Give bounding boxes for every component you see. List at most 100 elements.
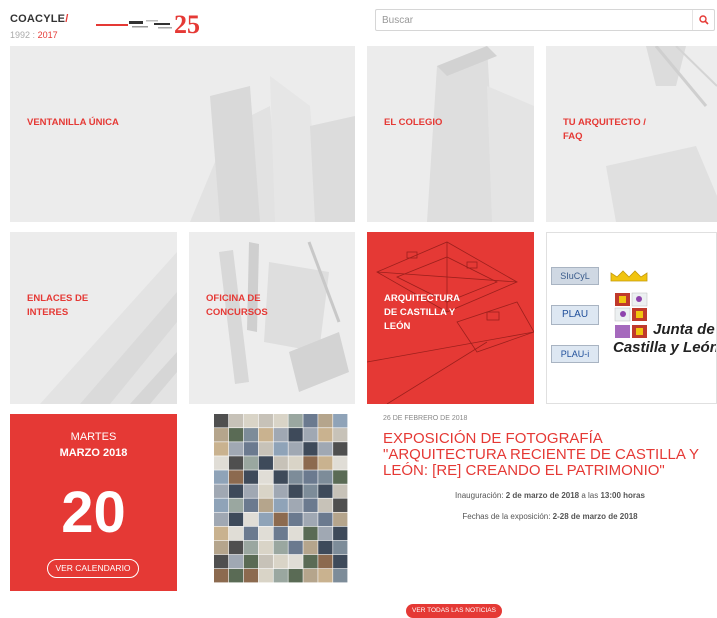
tile-label: ENLACES DE INTERES	[27, 292, 167, 320]
mosaic-photo-tile	[273, 568, 288, 583]
mosaic-photo-tile	[303, 456, 318, 470]
tile-arquitectura-castilla-leon[interactable]: ARQUITECTURA DE CASTILLA Y LEÓN	[367, 232, 534, 404]
calendar-month-year: MARZO 2018	[59, 447, 128, 459]
mosaic-photo-tile	[228, 568, 244, 583]
mosaic-photo-tile	[333, 554, 348, 569]
mosaic-photo-tile	[318, 414, 333, 428]
tile-background-image	[10, 46, 355, 222]
mosaic-photo-tile	[258, 554, 273, 569]
tile-label-line: TU ARQUITECTO /	[563, 117, 646, 128]
mosaic-photo-tile	[303, 568, 318, 583]
mosaic-photo-tile	[243, 428, 259, 442]
news-exhibition-dates: Fechas de la exposición: 2-28 de marzo d…	[383, 512, 717, 521]
mosaic-photo-tile	[273, 526, 288, 541]
mosaic-photo-tile	[214, 428, 229, 442]
plau-i-logo: PLAU-i	[551, 345, 599, 363]
mosaic-photo-tile	[214, 540, 229, 555]
tile-ventanilla-unica[interactable]: VENTANILLA ÚNICA	[10, 46, 355, 222]
mosaic-photo-tile	[273, 512, 288, 527]
mosaic-photo-tile	[318, 526, 333, 541]
mosaic-photo-tile	[243, 540, 259, 555]
mosaic-photo-tile	[243, 414, 259, 428]
mosaic-photo-tile	[303, 414, 318, 428]
search-button[interactable]	[692, 10, 714, 30]
mosaic-photo-tile	[333, 568, 348, 583]
mosaic-photo-tile	[333, 526, 348, 541]
calendar-day-number: 20	[61, 480, 126, 545]
news-text: Inauguración:	[455, 491, 506, 500]
year-end: 2017	[37, 30, 58, 40]
mosaic-photo-tile	[228, 484, 244, 498]
tile-label-line: ARQUITECTURA	[384, 293, 460, 304]
tile-label-line: LEÓN	[384, 321, 411, 332]
view-calendar-button[interactable]: VER CALENDARIO	[47, 559, 139, 578]
tile-label-line: INTERES	[27, 307, 69, 318]
mosaic-photo-tile	[228, 526, 244, 541]
mosaic-photo-tile	[273, 470, 288, 484]
mosaic-photo-tile	[303, 428, 318, 442]
mosaic-photo-tile	[243, 498, 259, 512]
mosaic-photo-tile	[303, 442, 318, 456]
news-inauguration: Inauguración: 2 de marzo de 2018 a las 1…	[383, 491, 717, 500]
mosaic-photo-tile	[288, 442, 303, 456]
mosaic-photo-tile	[333, 456, 348, 470]
news-title[interactable]: EXPOSICIÓN DE FOTOGRAFÍA "ARQUITECTURA R…	[383, 431, 717, 479]
mosaic-photo-tile	[318, 456, 333, 470]
mosaic-photo-tile	[228, 498, 244, 512]
mosaic-photo-tile	[214, 526, 229, 541]
mosaic-photo-tile	[333, 414, 348, 428]
mosaic-photo-tile	[228, 554, 244, 569]
mosaic-photo-tile	[258, 442, 273, 456]
site-logo[interactable]: COACYLE/ 1992 : 2017	[10, 9, 68, 40]
mosaic-photo-tile	[288, 568, 303, 583]
view-all-news-button[interactable]: VER TODAS LAS NOTICIAS	[406, 604, 502, 618]
mosaic-photo-tile	[318, 442, 333, 456]
tile-el-colegio[interactable]: EL COLEGIO	[367, 46, 534, 222]
year-start: 1992	[10, 30, 31, 40]
mosaic-photo-tile	[214, 484, 229, 498]
mosaic-photo-tile	[288, 512, 303, 527]
mosaic-photo-tile	[318, 554, 333, 569]
mosaic-photo-tile	[228, 512, 244, 527]
calendar-weekday: MARTES	[70, 431, 117, 443]
mosaic-photo-tile	[333, 442, 348, 456]
mosaic-photo-tile	[318, 568, 333, 583]
mosaic-photo-tile	[258, 512, 273, 527]
tile-oficina-de-concursos[interactable]: OFICINA DE CONCURSOS	[189, 232, 355, 404]
mosaic-photo-tile	[214, 456, 229, 470]
search-icon	[698, 15, 709, 25]
mosaic-photo-tile	[214, 554, 229, 569]
anniversary-number: 25	[174, 11, 200, 35]
tile-label-line: CONCURSOS	[206, 307, 268, 318]
tile-partners[interactable]: SIuCyL PLAU PLAU-i Junta de Castilla y L…	[546, 232, 717, 404]
mosaic-photo-tile	[228, 540, 244, 555]
news-text-bold: 2-28 de marzo de 2018	[552, 512, 638, 521]
mosaic-photo-tile	[243, 456, 259, 470]
news-thumbnail-image[interactable]	[214, 414, 348, 583]
siucyl-logo: SIuCyL	[551, 267, 599, 285]
mosaic-photo-tile	[258, 428, 273, 442]
tile-enlaces-de-interes[interactable]: ENLACES DE INTERES	[10, 232, 177, 404]
mosaic-photo-tile	[258, 470, 273, 484]
search-input[interactable]	[382, 13, 682, 28]
mosaic-photo-tile	[258, 568, 273, 583]
mosaic-photo-tile	[288, 428, 303, 442]
crown-icon	[610, 270, 648, 282]
tile-tu-arquitecto-faq[interactable]: TU ARQUITECTO / FAQ	[546, 46, 717, 222]
mosaic-photo-tile	[273, 428, 288, 442]
mosaic-photo-tile	[303, 554, 318, 569]
mosaic-photo-tile	[214, 442, 229, 456]
mosaic-photo-tile	[258, 484, 273, 498]
mosaic-photo-tile	[303, 512, 318, 527]
mosaic-photo-tile	[243, 554, 259, 569]
search-box	[375, 9, 715, 31]
mosaic-photo-tile	[318, 512, 333, 527]
mosaic-photo-tile	[243, 470, 259, 484]
news-text: Fechas de la exposición:	[462, 512, 553, 521]
year-separator: :	[32, 30, 36, 40]
mosaic-photo-tile	[333, 498, 348, 512]
mosaic-photo-tile	[258, 414, 273, 428]
anniversary-25-logo: 25	[96, 11, 200, 35]
mosaic-photo-tile	[228, 442, 244, 456]
mosaic-photo-tile	[228, 456, 244, 470]
